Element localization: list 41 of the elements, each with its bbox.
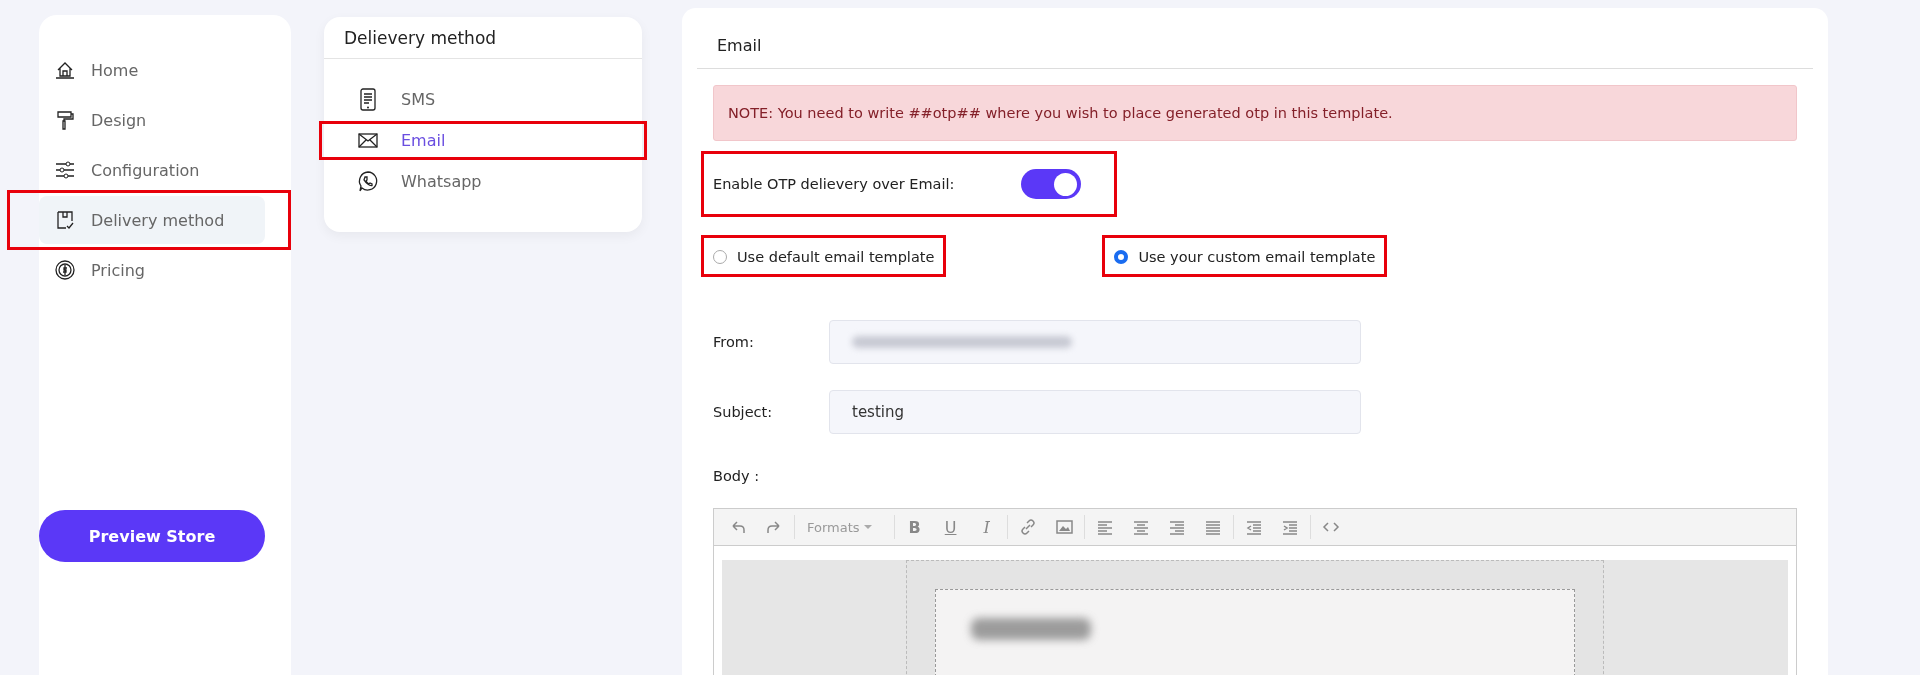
toggle-label: Enable OTP delievery over Email:: [713, 176, 955, 192]
sidebar-item[interactable]: Delivery method: [39, 196, 265, 244]
align-justify-icon[interactable]: [1203, 518, 1222, 536]
note-alert: NOTE: You need to write ##otp## where you wish to place generated otp in this template.: [713, 85, 1797, 141]
field-label: From:: [713, 334, 755, 350]
underline-button[interactable]: U: [932, 517, 969, 537]
card-title: Delievery method: [324, 17, 642, 59]
radio-label: Use default email template: [737, 249, 935, 265]
redo-icon[interactable]: [765, 518, 783, 536]
radio-button[interactable]: [1114, 250, 1129, 264]
paint-roller-icon: [54, 109, 76, 131]
radio-label: Use your custom email template: [1138, 249, 1376, 265]
undo-icon[interactable]: [729, 518, 747, 536]
sliders-icon: [54, 159, 76, 181]
sidebar-item[interactable]: Configuration: [39, 146, 265, 194]
sidebar-item[interactable]: Pricing: [39, 246, 265, 294]
image-icon[interactable]: [1054, 518, 1073, 536]
align-right-icon[interactable]: [1167, 518, 1186, 536]
align-left-icon[interactable]: [1095, 518, 1114, 536]
preview-store-button[interactable]: Preview Store: [39, 510, 265, 562]
field-label: Subject:: [713, 404, 774, 420]
outdent-icon[interactable]: [1244, 518, 1263, 536]
align-center-icon[interactable]: [1131, 518, 1150, 536]
channel-item[interactable]: Email: [324, 123, 642, 158]
coin-icon: [54, 259, 76, 281]
chat-phone-icon: [357, 170, 379, 193]
card-title: Email: [697, 8, 1813, 69]
italic-button[interactable]: I: [968, 517, 1005, 537]
input-field[interactable]: testing: [829, 390, 1361, 434]
channel-item[interactable]: Whatsapp: [324, 164, 642, 199]
toggle-switch[interactable]: [1021, 169, 1082, 199]
channel-item[interactable]: SMS: [324, 82, 642, 117]
link-icon[interactable]: [1018, 518, 1037, 536]
sidebar-item[interactable]: Design: [39, 96, 265, 144]
package-icon: [54, 209, 76, 231]
field-label: Body :: [713, 468, 761, 484]
phone-icon: [357, 88, 379, 111]
input-field[interactable]: [829, 320, 1361, 364]
indent-icon[interactable]: [1280, 518, 1299, 536]
bold-button[interactable]: B: [896, 517, 933, 537]
sidebar-item[interactable]: Home: [39, 46, 265, 94]
